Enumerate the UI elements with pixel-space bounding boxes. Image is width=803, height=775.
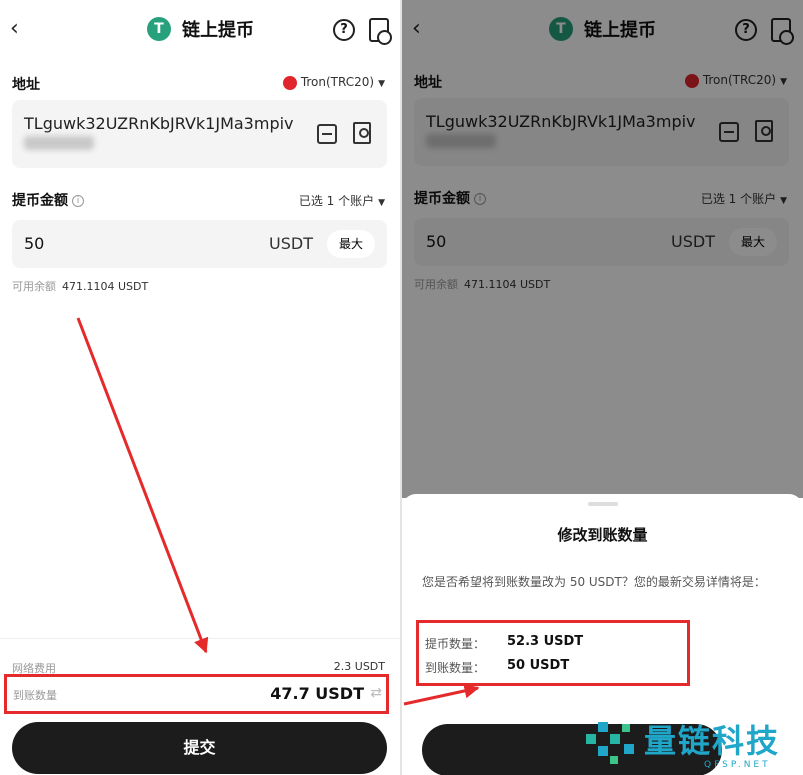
top-bar: ‹ T 链上提币 ? xyxy=(0,0,401,62)
amount-value: 50 xyxy=(24,234,45,253)
chevron-down-icon: ▼ xyxy=(378,79,385,89)
tron-icon xyxy=(282,75,297,90)
withdraw-value: 52.3 USDT xyxy=(507,634,584,649)
submit-button[interactable]: 提交 xyxy=(12,722,387,774)
network-select[interactable]: Tron(TRC20) ▼ xyxy=(282,75,385,90)
network-name: Tron(TRC20) xyxy=(300,75,375,89)
available-balance: 可用余额 471.1104 USDT xyxy=(12,278,148,294)
address-book-icon[interactable] xyxy=(353,122,371,144)
help-icon[interactable]: ? xyxy=(333,19,355,41)
fee-value: 2.3 USDT xyxy=(333,660,385,673)
withdraw-amount-row: 提币数量： 52.3 USDT xyxy=(425,634,583,652)
watermark-subtext: QFSP.NET xyxy=(704,760,771,770)
watermark-text: 量链科技 xyxy=(644,722,781,760)
available-label: 可用余额 xyxy=(12,280,56,293)
swap-icon[interactable]: ⇄ xyxy=(370,685,382,701)
address-label: 地址 xyxy=(12,77,40,93)
sheet-description: 您是否希望将到账数量改为 50 USDT？您的最新交易详情将是： xyxy=(422,575,766,589)
tether-icon: T xyxy=(146,17,171,41)
received-amount-row[interactable]: 到账数量 47.7 USDT ⇄ xyxy=(4,674,389,714)
amount-label-group: 提币金额 i xyxy=(12,190,84,210)
amount-label: 提币金额 xyxy=(12,193,68,209)
address-input[interactable]: TLguwk32UZRnKbJRVk1JMa3mpiv xyxy=(12,100,387,168)
account-select[interactable]: 已选 1 个账户 ▼ xyxy=(299,192,385,209)
chevron-down-icon: ▼ xyxy=(378,198,385,208)
amount-unit: USDT xyxy=(269,234,313,253)
available-value: 471.1104 USDT xyxy=(62,280,149,293)
info-icon[interactable]: i xyxy=(72,195,84,207)
sheet-title: 修改到账数量 xyxy=(557,526,648,544)
page-title: 链上提币 xyxy=(182,20,255,41)
right-screen: ‹ T 链上提币 ? 地址 Tron(TRC20) ▼ TLguwk32UZRnK… xyxy=(402,0,803,775)
withdraw-label: 提币数量： xyxy=(425,637,486,651)
received-value: 47.7 USDT xyxy=(270,684,364,703)
max-button[interactable]: 最大 xyxy=(327,230,375,258)
sheet-handle[interactable] xyxy=(588,502,618,506)
divider xyxy=(0,638,401,639)
scan-icon[interactable] xyxy=(317,124,337,144)
account-select-label: 已选 1 个账户 xyxy=(298,194,375,208)
transaction-details: 提币数量： 52.3 USDT 到账数量： 50 USDT xyxy=(416,620,690,686)
receive-label: 到账数量： xyxy=(425,661,486,675)
watermark-logo-icon xyxy=(586,722,634,764)
history-icon[interactable] xyxy=(369,18,392,45)
watermark: 量链科技 QFSP.NET xyxy=(586,712,801,774)
address-redacted xyxy=(24,136,94,150)
address-value: TLguwk32UZRnKbJRVk1JMa3mpiv xyxy=(24,114,294,133)
received-label: 到账数量 xyxy=(13,689,57,702)
amount-input[interactable]: 50 USDT 最大 xyxy=(12,220,387,268)
receive-value: 50 USDT xyxy=(507,658,570,673)
receive-amount-row: 到账数量： 50 USDT xyxy=(425,658,569,676)
left-screen: ‹ T 链上提币 ? 地址 Tron(TRC20) ▼ TLguwk32UZRnK… xyxy=(0,0,401,775)
modal-backdrop[interactable] xyxy=(402,0,803,498)
